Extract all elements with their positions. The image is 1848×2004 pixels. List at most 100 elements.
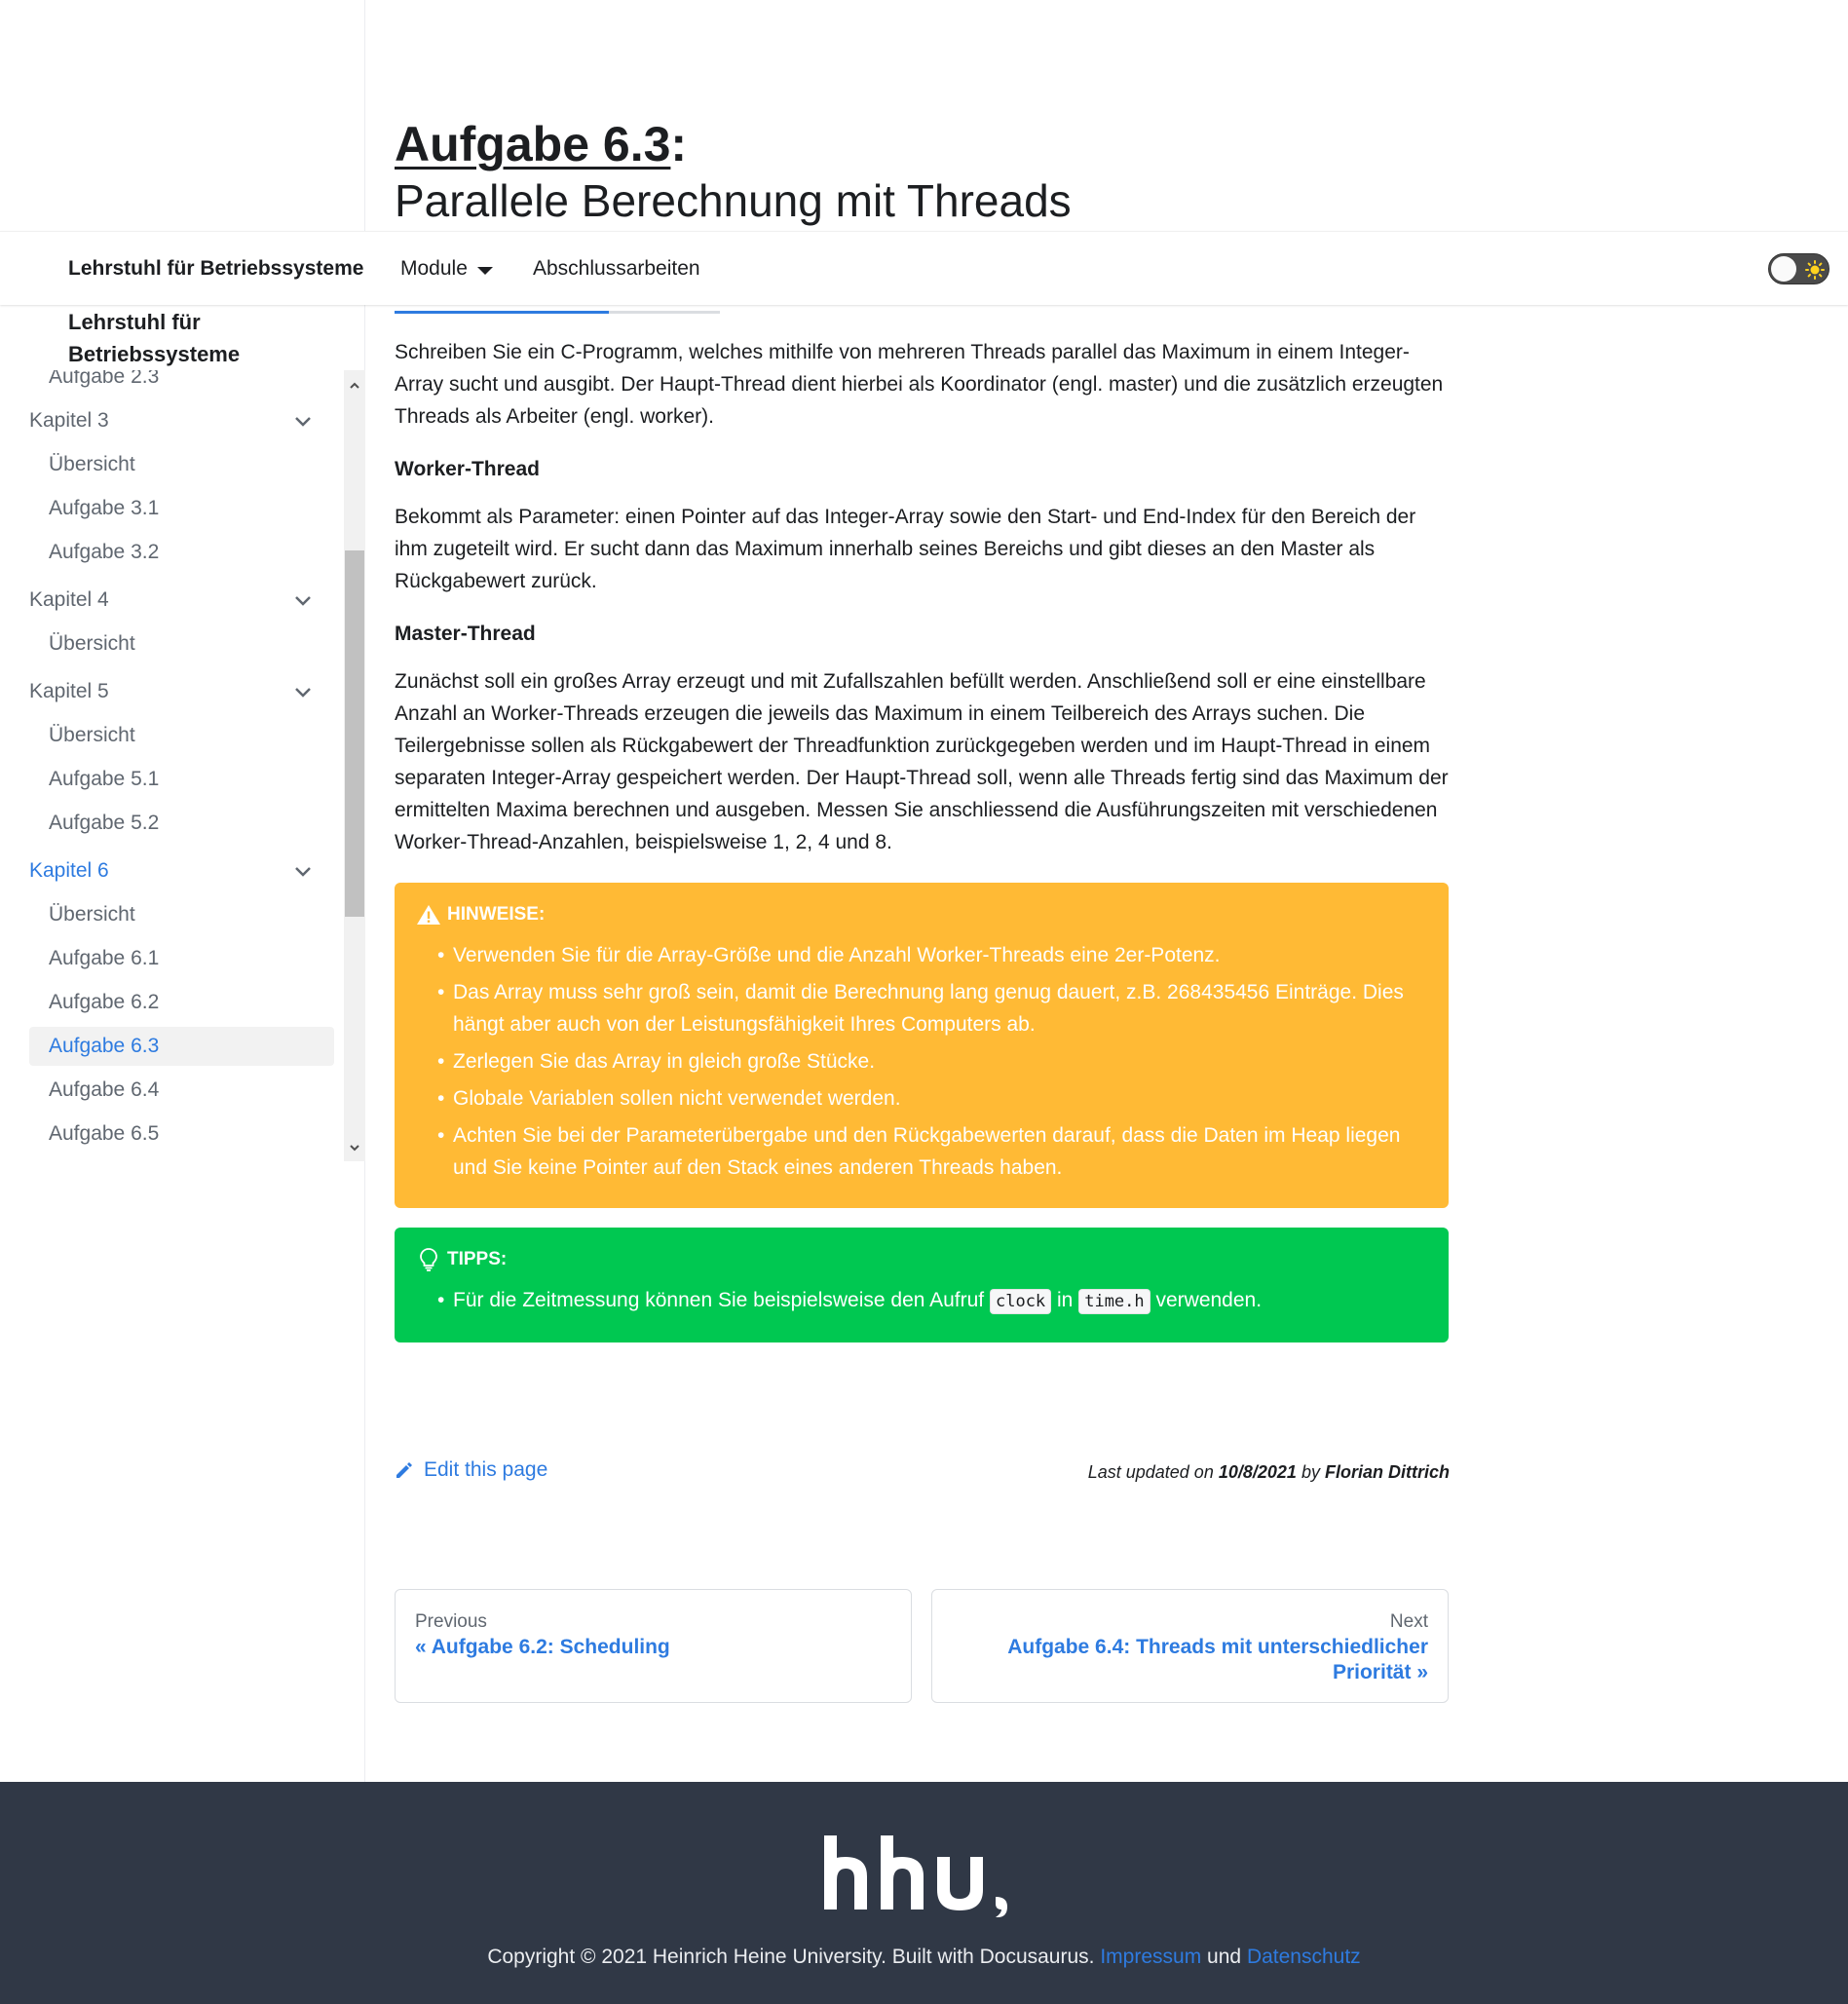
toggle-knob [1771, 256, 1796, 282]
lightbulb-icon [420, 1248, 437, 1271]
pencil-icon [396, 1462, 412, 1478]
scroll-up-icon[interactable] [348, 379, 361, 393]
sidebar-item-label: Aufgabe 6.4 [49, 1078, 160, 1101]
pager-previous-sub: Previous [415, 1611, 487, 1632]
pager-previous[interactable]: Previous « Aufgabe 6.2: Scheduling [395, 1589, 912, 1703]
navbar: Lehrstuhl für Betriebssysteme Module Abs… [0, 231, 1848, 305]
sidebar-item-label: Aufgabe 6.3 [49, 1035, 160, 1057]
hints-list: Verwenden Sie für die Array-Größe und di… [416, 939, 1427, 1184]
hints-title: HINWEISE: [447, 904, 546, 925]
hint-item: Globale Variablen sollen nicht verwendet… [416, 1082, 1427, 1115]
sidebar-item-label: Aufgabe 3.1 [49, 497, 160, 519]
sidebar-item[interactable]: Übersicht [29, 895, 334, 934]
last-updated-date: 10/8/2021 [1218, 1462, 1297, 1482]
page-title: Aufgabe 6.3: [395, 115, 1072, 173]
worker-heading: Worker-Thread [395, 458, 540, 480]
worker-paragraph: Bekommt als Parameter: einen Pointer auf… [395, 506, 1416, 592]
sidebar-category[interactable]: Kapitel 3 [29, 401, 334, 440]
chevron-down-icon[interactable] [291, 680, 315, 703]
sidebar-item[interactable]: Aufgabe 3.2 [29, 533, 334, 572]
code-clock: clock [989, 1289, 1052, 1314]
master-paragraph: Zunächst soll ein großes Array erzeugt u… [395, 670, 1449, 853]
edit-page-label: Edit this page [424, 1458, 548, 1481]
title-colon: : [670, 117, 688, 171]
chevron-down-icon[interactable] [291, 859, 315, 883]
dark-mode-toggle[interactable] [1768, 253, 1829, 284]
tips-text-after: verwenden. [1155, 1289, 1263, 1311]
copyright-und: und [1207, 1946, 1242, 1968]
navbar-brand[interactable]: Lehrstuhl für Betriebssysteme [68, 257, 363, 281]
last-updated-by: by [1301, 1462, 1320, 1482]
pager-previous-label: « Aufgabe 6.2: Scheduling [415, 1636, 670, 1658]
sidebar-category[interactable]: Kapitel 5 [29, 672, 334, 711]
hint-item: Zerlegen Sie das Array in gleich große S… [416, 1045, 1427, 1078]
tips-text-mid: in [1057, 1289, 1074, 1311]
sidebar-item-label: Aufgabe 5.2 [49, 812, 160, 834]
pager-next-label: Aufgabe 6.4: Threads mit unterschiedlich… [1007, 1636, 1428, 1683]
sidebar-menu: Aufgabe 2.3 Kapitel 3 Übersicht Aufgabe 3.1… [0, 370, 346, 1161]
intro-paragraph: Schreiben Sie ein C-Programm, welches mi… [395, 341, 1444, 428]
sidebar-item[interactable]: Aufgabe 5.1 [29, 760, 334, 799]
sidebar-item-label: Kapitel 4 [29, 588, 109, 611]
chevron-down-icon[interactable] [291, 588, 315, 612]
sidebar-item-label: Aufgabe 6.1 [49, 947, 160, 969]
nav-modules-label: Module [400, 256, 468, 280]
sidebar-item[interactable]: Übersicht [29, 445, 334, 484]
sidebar-item[interactable]: Aufgabe 6.5 [29, 1115, 334, 1153]
sun-icon [1805, 260, 1825, 280]
pager-next[interactable]: Next Aufgabe 6.4: Threads mit unterschie… [931, 1589, 1449, 1703]
sidebar-item[interactable]: Übersicht [29, 716, 334, 755]
hhu-logo[interactable] [824, 1835, 1024, 1918]
sidebar-item[interactable]: Aufgabe 5.2 [29, 804, 334, 843]
hints-admonition: HINWEISE: Verwenden Sie für die Array-Gr… [395, 883, 1449, 1208]
hint-item: Das Array muss sehr groß sein, damit die… [416, 976, 1427, 1040]
sidebar-item-label: Aufgabe 6.2 [49, 991, 160, 1013]
hints-header: HINWEISE: [416, 900, 1427, 929]
sidebar-item[interactable]: Aufgabe 3.1 [29, 489, 334, 528]
sidebar-item-label: Aufgabe 5.1 [49, 768, 160, 790]
scroll-down-icon[interactable] [348, 1141, 361, 1154]
hint-item: Achten Sie bei der Parameterübergabe und… [416, 1119, 1427, 1184]
sidebar-brand[interactable]: Lehrstuhl für Betriebssysteme [68, 306, 321, 370]
page-subtitle: Parallele Berechnung mit Threads [395, 175, 1072, 226]
sidebar-item[interactable]: Aufgabe 6.4 [29, 1071, 334, 1110]
warning-icon [417, 905, 440, 925]
hint-item: Verwenden Sie für die Array-Größe und di… [416, 939, 1427, 971]
edit-page-link[interactable]: Edit this page [395, 1458, 547, 1482]
tips-header: TIPPS: [416, 1245, 1427, 1274]
last-updated: Last updated on 10/8/2021 by Florian Dit… [974, 1462, 1450, 1483]
sidebar-scrollbar-thumb[interactable] [345, 550, 364, 917]
sidebar-item-label: Aufgabe 6.5 [49, 1122, 160, 1145]
page-title-link[interactable]: Aufgabe 6.3 [395, 117, 670, 171]
master-heading: Master-Thread [395, 623, 536, 645]
sidebar-item-label: Kapitel 6 [29, 859, 109, 882]
page-header: Aufgabe 6.3: Parallele Berechnung mit Th… [395, 115, 1072, 228]
sidebar-item-label: Übersicht [49, 453, 135, 475]
nav-theses-link[interactable]: Abschlussarbeiten [533, 257, 700, 281]
sidebar-item-label: Übersicht [49, 903, 135, 926]
sidebar-category[interactable]: Kapitel 4 [29, 581, 334, 620]
copyright: Copyright © 2021 Heinrich Heine Universi… [0, 1946, 1848, 1969]
sidebar-item-label: Übersicht [49, 632, 135, 655]
sidebar-item[interactable]: Aufgabe 6.3 [29, 1027, 334, 1066]
datenschutz-link[interactable]: Datenschutz [1247, 1946, 1361, 1968]
impressum-link[interactable]: Impressum [1100, 1946, 1201, 1968]
tips-item: Für die Zeitmessung können Sie beispiels… [416, 1284, 1427, 1318]
pager-next-sub: Next [1389, 1611, 1428, 1632]
progress-indicator [395, 311, 609, 314]
sidebar-item[interactable]: Übersicht [29, 624, 334, 663]
sidebar-item-label: Kapitel 3 [29, 409, 109, 432]
sidebar-item[interactable]: Aufgabe 6.2 [29, 983, 334, 1022]
chevron-down-icon[interactable] [291, 409, 315, 433]
sidebar-item-label: Aufgabe 3.2 [49, 541, 160, 563]
tips-admonition: TIPPS: Für die Zeitmessung können Sie be… [395, 1228, 1449, 1342]
sidebar-item-label: Übersicht [49, 724, 135, 746]
sidebar-item[interactable]: Aufgabe 2.3 [29, 370, 334, 397]
tips-list: Für die Zeitmessung können Sie beispiels… [416, 1284, 1427, 1318]
sidebar-category[interactable]: Kapitel 6 [29, 851, 334, 890]
sidebar-item[interactable]: Aufgabe 6.1 [29, 939, 334, 978]
nav-modules-dropdown[interactable]: Module [400, 257, 493, 281]
last-updated-author: Florian Dittrich [1324, 1462, 1450, 1482]
copyright-text: Copyright © 2021 Heinrich Heine Universi… [487, 1946, 1095, 1968]
footer: Copyright © 2021 Heinrich Heine Universi… [0, 1782, 1848, 2004]
